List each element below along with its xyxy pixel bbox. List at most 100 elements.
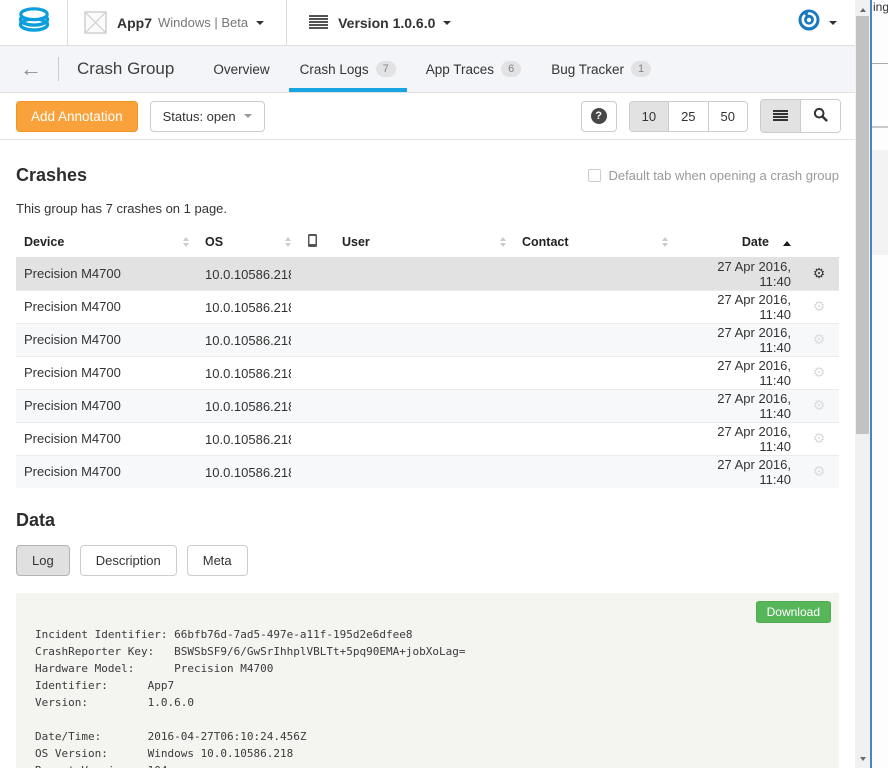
cell-device: Precision M4700 <box>16 323 197 356</box>
tab-label: Overview <box>213 62 269 77</box>
default-tab-label: Default tab when opening a crash group <box>608 168 839 183</box>
cell-os: 10.0.10586.218 <box>205 267 291 282</box>
default-tab-checkbox[interactable] <box>588 169 601 182</box>
column-header-actions <box>799 227 839 257</box>
crash-row[interactable]: Precision M4700 10.0.10586.218 27 Apr 20… <box>16 389 839 422</box>
gear-icon[interactable]: ⚙ <box>813 430 826 446</box>
chevron-down-icon <box>256 21 264 29</box>
toolbar: Add Annotation Status: open ? 10 25 50 <box>0 93 855 140</box>
tab-overview[interactable]: Overview <box>202 46 280 92</box>
column-header-device-type[interactable] <box>299 227 334 257</box>
chevron-down-icon <box>443 21 451 29</box>
data-tab-log[interactable]: Log <box>16 545 70 576</box>
logo-icon <box>15 5 53 40</box>
topbar: App7 Windows | Beta Version 1.0.6.0 <box>0 0 855 46</box>
cell-device: Precision M4700 <box>16 389 197 422</box>
crash-row[interactable]: Precision M4700 10.0.10586.218 27 Apr 20… <box>16 257 839 290</box>
chevron-down-icon <box>244 114 252 122</box>
cell-date: 27 Apr 2016, 11:40 <box>676 422 799 455</box>
cell-os: 10.0.10586.218 <box>205 366 291 381</box>
crash-log-text: Incident Identifier: 66bfb76d-7ad5-497e-… <box>16 626 839 768</box>
page-size-10[interactable]: 10 <box>630 102 669 131</box>
scrollbar-thumb[interactable] <box>856 16 869 434</box>
hockeyapp-logo[interactable] <box>0 0 68 45</box>
crash-row[interactable]: Precision M4700 10.0.10586.218 27 Apr 20… <box>16 422 839 455</box>
sliver-divider <box>872 126 888 128</box>
toolbar-right: ? 10 25 50 <box>581 99 841 133</box>
column-label: Date <box>742 235 769 249</box>
account-menu[interactable] <box>797 0 855 45</box>
status-filter-label: Status: open <box>163 109 236 124</box>
crash-log-panel: Download Incident Identifier: 66bfb76d-7… <box>16 593 839 768</box>
scroll-down-button[interactable] <box>855 752 870 768</box>
crash-row[interactable]: Precision M4700 10.0.10586.218 27 Apr 20… <box>16 290 839 323</box>
cell-device: Precision M4700 <box>16 356 197 389</box>
group-title: Crash Group <box>59 46 198 92</box>
app-selector[interactable]: App7 Windows | Beta <box>68 0 287 45</box>
page-size-25[interactable]: 25 <box>669 102 708 131</box>
cell-contact <box>514 356 676 389</box>
vertical-scrollbar[interactable] <box>855 0 870 768</box>
status-filter-dropdown[interactable]: Status: open <box>150 101 265 132</box>
app-name: App7 <box>117 15 152 31</box>
cell-contact <box>514 422 676 455</box>
cell-device: Precision M4700 <box>16 422 197 455</box>
help-button[interactable]: ? <box>581 101 617 132</box>
version-selector[interactable]: Version 1.0.6.0 <box>287 0 473 45</box>
search-button[interactable] <box>801 100 840 132</box>
cell-user <box>334 257 514 290</box>
gear-icon[interactable]: ⚙ <box>813 463 826 479</box>
cell-user <box>334 356 514 389</box>
table-header-row: Device OS <box>16 227 839 257</box>
cell-device-type <box>299 323 334 356</box>
tab-crash-logs[interactable]: Crash Logs 7 <box>289 46 407 92</box>
cell-contact <box>514 290 676 323</box>
cell-user <box>334 389 514 422</box>
gear-icon[interactable]: ⚙ <box>813 397 826 413</box>
add-annotation-button[interactable]: Add Annotation <box>16 101 138 132</box>
default-tab-toggle[interactable]: Default tab when opening a crash group <box>588 168 839 183</box>
cell-os: 10.0.10586.218 <box>205 333 291 348</box>
gear-icon[interactable]: ⚙ <box>813 364 826 380</box>
crash-row[interactable]: Precision M4700 10.0.10586.218 27 Apr 20… <box>16 455 839 488</box>
page-size-group: 10 25 50 <box>629 101 748 132</box>
gear-icon[interactable]: ⚙ <box>813 331 826 347</box>
cell-contact <box>514 455 676 488</box>
cell-os: 10.0.10586.218 <box>205 432 291 447</box>
cell-os: 10.0.10586.218 <box>205 300 291 315</box>
tab-badge: 6 <box>501 61 521 77</box>
column-header-device[interactable]: Device <box>16 227 197 257</box>
gear-icon[interactable]: ⚙ <box>813 265 826 281</box>
back-button[interactable]: ← <box>0 46 58 92</box>
column-header-os[interactable]: OS <box>197 227 299 257</box>
gear-icon[interactable]: ⚙ <box>813 298 826 314</box>
crash-row[interactable]: Precision M4700 10.0.10586.218 27 Apr 20… <box>16 323 839 356</box>
sort-asc-icon <box>783 237 791 246</box>
cell-os: 10.0.10586.218 <box>205 399 291 414</box>
data-tab-description[interactable]: Description <box>80 545 177 576</box>
cell-device: Precision M4700 <box>16 455 197 488</box>
power-icon <box>797 8 821 37</box>
column-header-contact[interactable]: Contact <box>514 227 676 257</box>
cell-user <box>334 422 514 455</box>
cell-user <box>334 455 514 488</box>
tab-label: Crash Logs <box>300 62 369 77</box>
search-icon <box>813 107 828 125</box>
column-header-date[interactable]: Date <box>676 227 799 257</box>
column-label: Contact <box>522 235 569 249</box>
list-icon <box>773 110 788 122</box>
cell-contact <box>514 323 676 356</box>
page-size-50[interactable]: 50 <box>709 102 747 131</box>
sort-icon <box>183 234 189 250</box>
list-view-button[interactable] <box>761 100 801 132</box>
column-header-user[interactable]: User <box>334 227 514 257</box>
crash-row[interactable]: Precision M4700 10.0.10586.218 27 Apr 20… <box>16 356 839 389</box>
cell-device-type <box>299 389 334 422</box>
tab-bug-tracker[interactable]: Bug Tracker 1 <box>540 46 662 92</box>
view-mode-group <box>760 99 841 133</box>
data-tab-meta[interactable]: Meta <box>187 545 248 576</box>
tab-app-traces[interactable]: App Traces 6 <box>415 46 532 92</box>
sort-icon <box>285 234 291 250</box>
download-button[interactable]: Download <box>756 601 831 623</box>
scroll-up-button[interactable] <box>855 0 870 16</box>
